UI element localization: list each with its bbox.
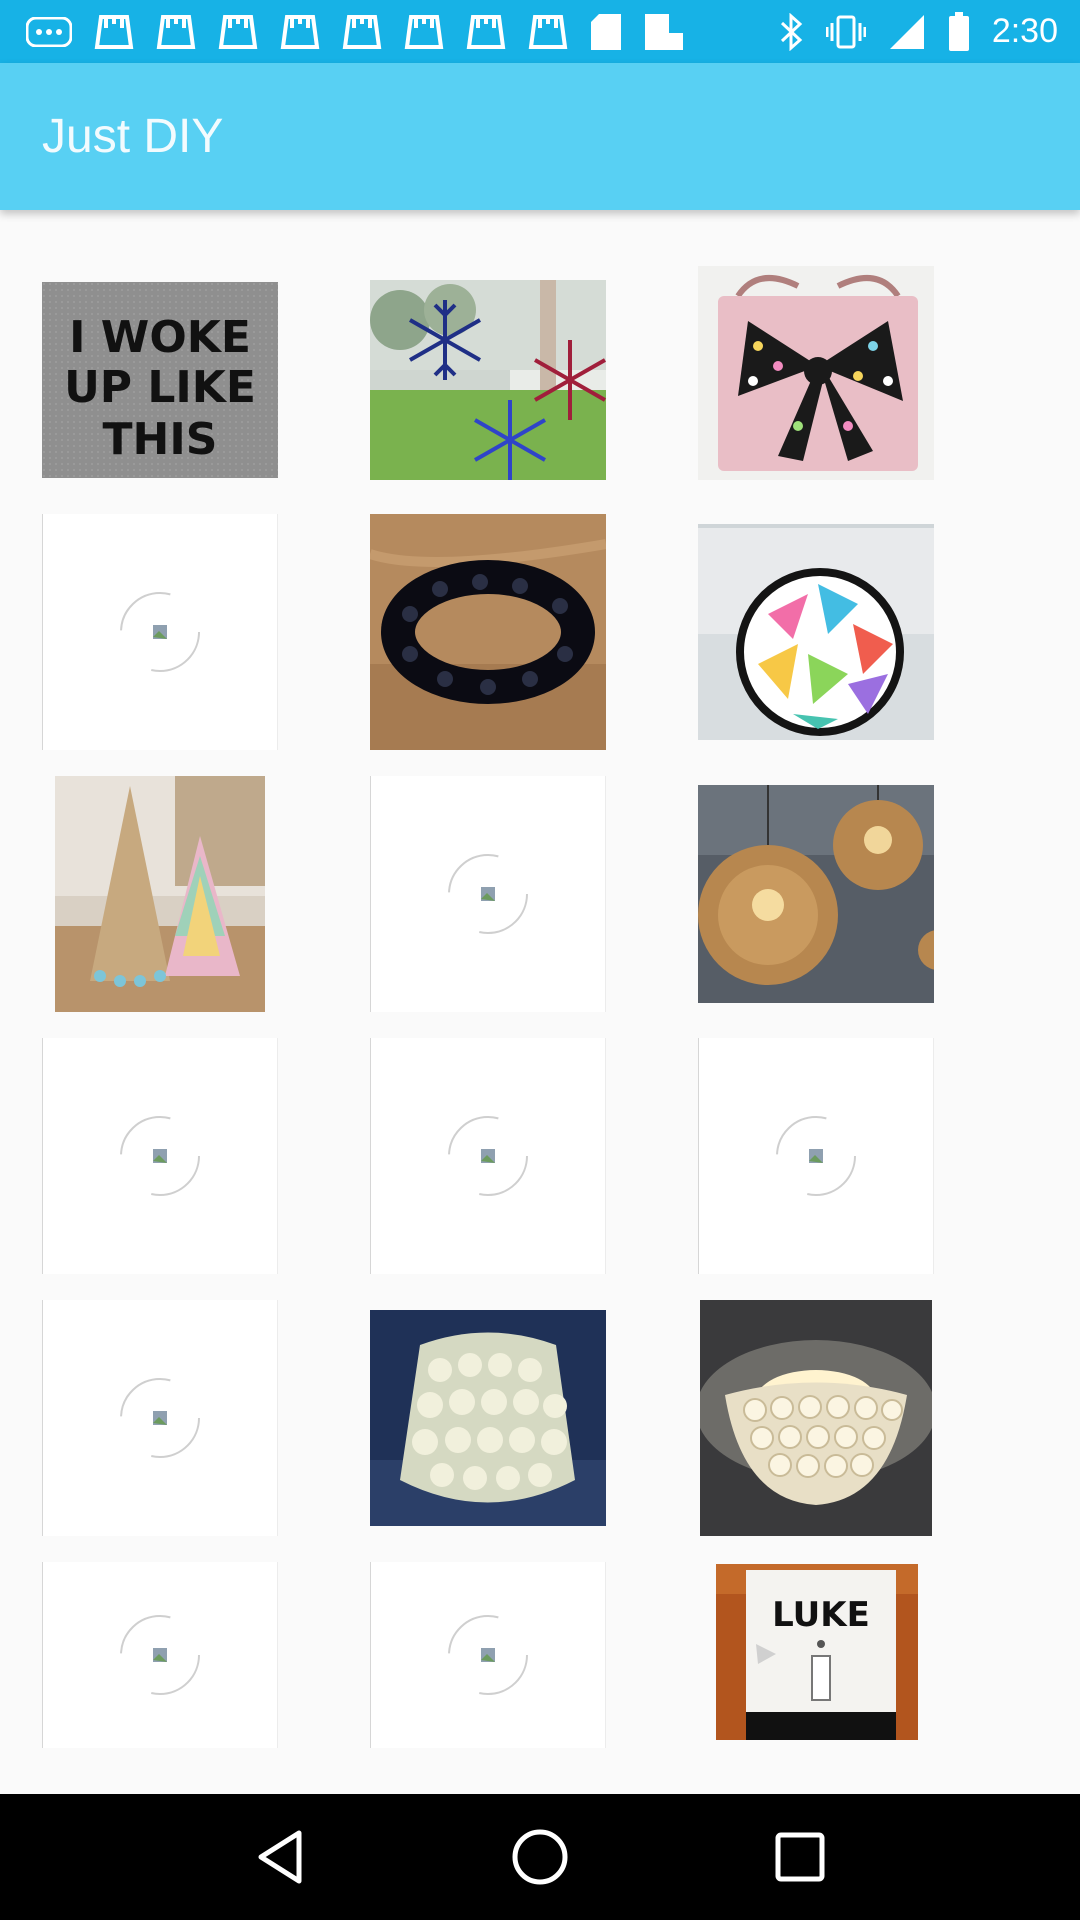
image-placeholder-icon [120,1615,200,1695]
grid-item-placeholder[interactable] [42,1562,278,1748]
navigation-bar [0,1794,1080,1920]
grid-item[interactable] [698,262,934,498]
grid-item-placeholder[interactable] [42,1300,278,1536]
image-placeholder-icon [448,1615,528,1695]
thumbnail-spoon-ceiling-light [700,1300,932,1536]
image-placeholder-icon [120,592,200,672]
thumbnail-luke-switch: LUKE [716,1564,918,1740]
luke-text: LUKE [772,1595,870,1635]
bluetooth-icon [780,12,803,51]
thumbnail-twine-lamps [698,785,934,1003]
grid-item-placeholder[interactable] [42,514,278,750]
app-icon [280,14,320,49]
home-icon [512,1829,568,1885]
app-icon [466,14,506,49]
app-title: Just DIY [42,110,224,163]
grid-item[interactable] [698,776,934,1012]
battery-icon [948,11,969,51]
image-placeholder-icon [448,854,528,934]
system-icons: 2:30 [780,11,1080,52]
grid-item-placeholder[interactable] [370,1038,606,1274]
grid-item[interactable]: LUKE [716,1564,918,1740]
recents-icon [775,1832,825,1882]
svg-text:UP LIKE: UP LIKE [64,362,256,413]
app-icon [218,14,258,49]
notification-icons [0,13,684,51]
back-button[interactable] [240,1817,320,1897]
image-placeholder-icon [776,1116,856,1196]
thumbnail-cone-trees [55,776,265,1012]
status-time: 2:30 [991,12,1058,50]
file-icon [645,13,683,50]
signal-icon [889,14,924,49]
thumbnail-triangle-hoop [698,524,934,740]
image-placeholder-icon [120,1116,200,1196]
app-bar: Just DIY [0,63,1080,210]
grid-item[interactable] [370,1300,606,1536]
chat-icon [26,16,72,47]
home-button[interactable] [500,1817,580,1897]
grid-item[interactable] [370,262,606,498]
sign-text: I WOKE [69,312,251,363]
status-bar: 2:30 [0,0,1080,63]
app-icon [342,14,382,49]
app-icon [94,14,134,49]
grid-item-placeholder[interactable] [370,1562,606,1748]
app-icon [404,14,444,49]
sd-card-icon [591,13,621,50]
grid-item[interactable] [42,776,278,1012]
thumbnail-spoon-lampshade [370,1310,606,1526]
svg-text:THIS: THIS [103,414,218,465]
grid-item[interactable] [698,514,934,750]
thumbnail-pink-bag [698,266,934,480]
grid-item[interactable] [698,1300,934,1536]
diy-grid: I WOKE UP LIKE THIS LUKE [0,210,1080,1794]
recents-button[interactable] [760,1817,840,1897]
thumbnail-bracelet [370,514,606,750]
grid-item-placeholder[interactable] [698,1038,934,1274]
image-placeholder-icon [448,1116,528,1196]
app-icon [156,14,196,49]
grid-item[interactable]: I WOKE UP LIKE THIS [42,262,278,498]
thumbnail-woke-sign: I WOKE UP LIKE THIS [42,282,278,478]
image-placeholder-icon [120,1378,200,1458]
grid-item-placeholder[interactable] [370,776,606,1012]
vibrate-icon [825,15,866,48]
back-icon [258,1830,302,1884]
thumbnail-snowflakes [370,280,606,480]
grid-item[interactable] [370,514,606,750]
app-icon [528,14,568,49]
grid-item-placeholder[interactable] [42,1038,278,1274]
